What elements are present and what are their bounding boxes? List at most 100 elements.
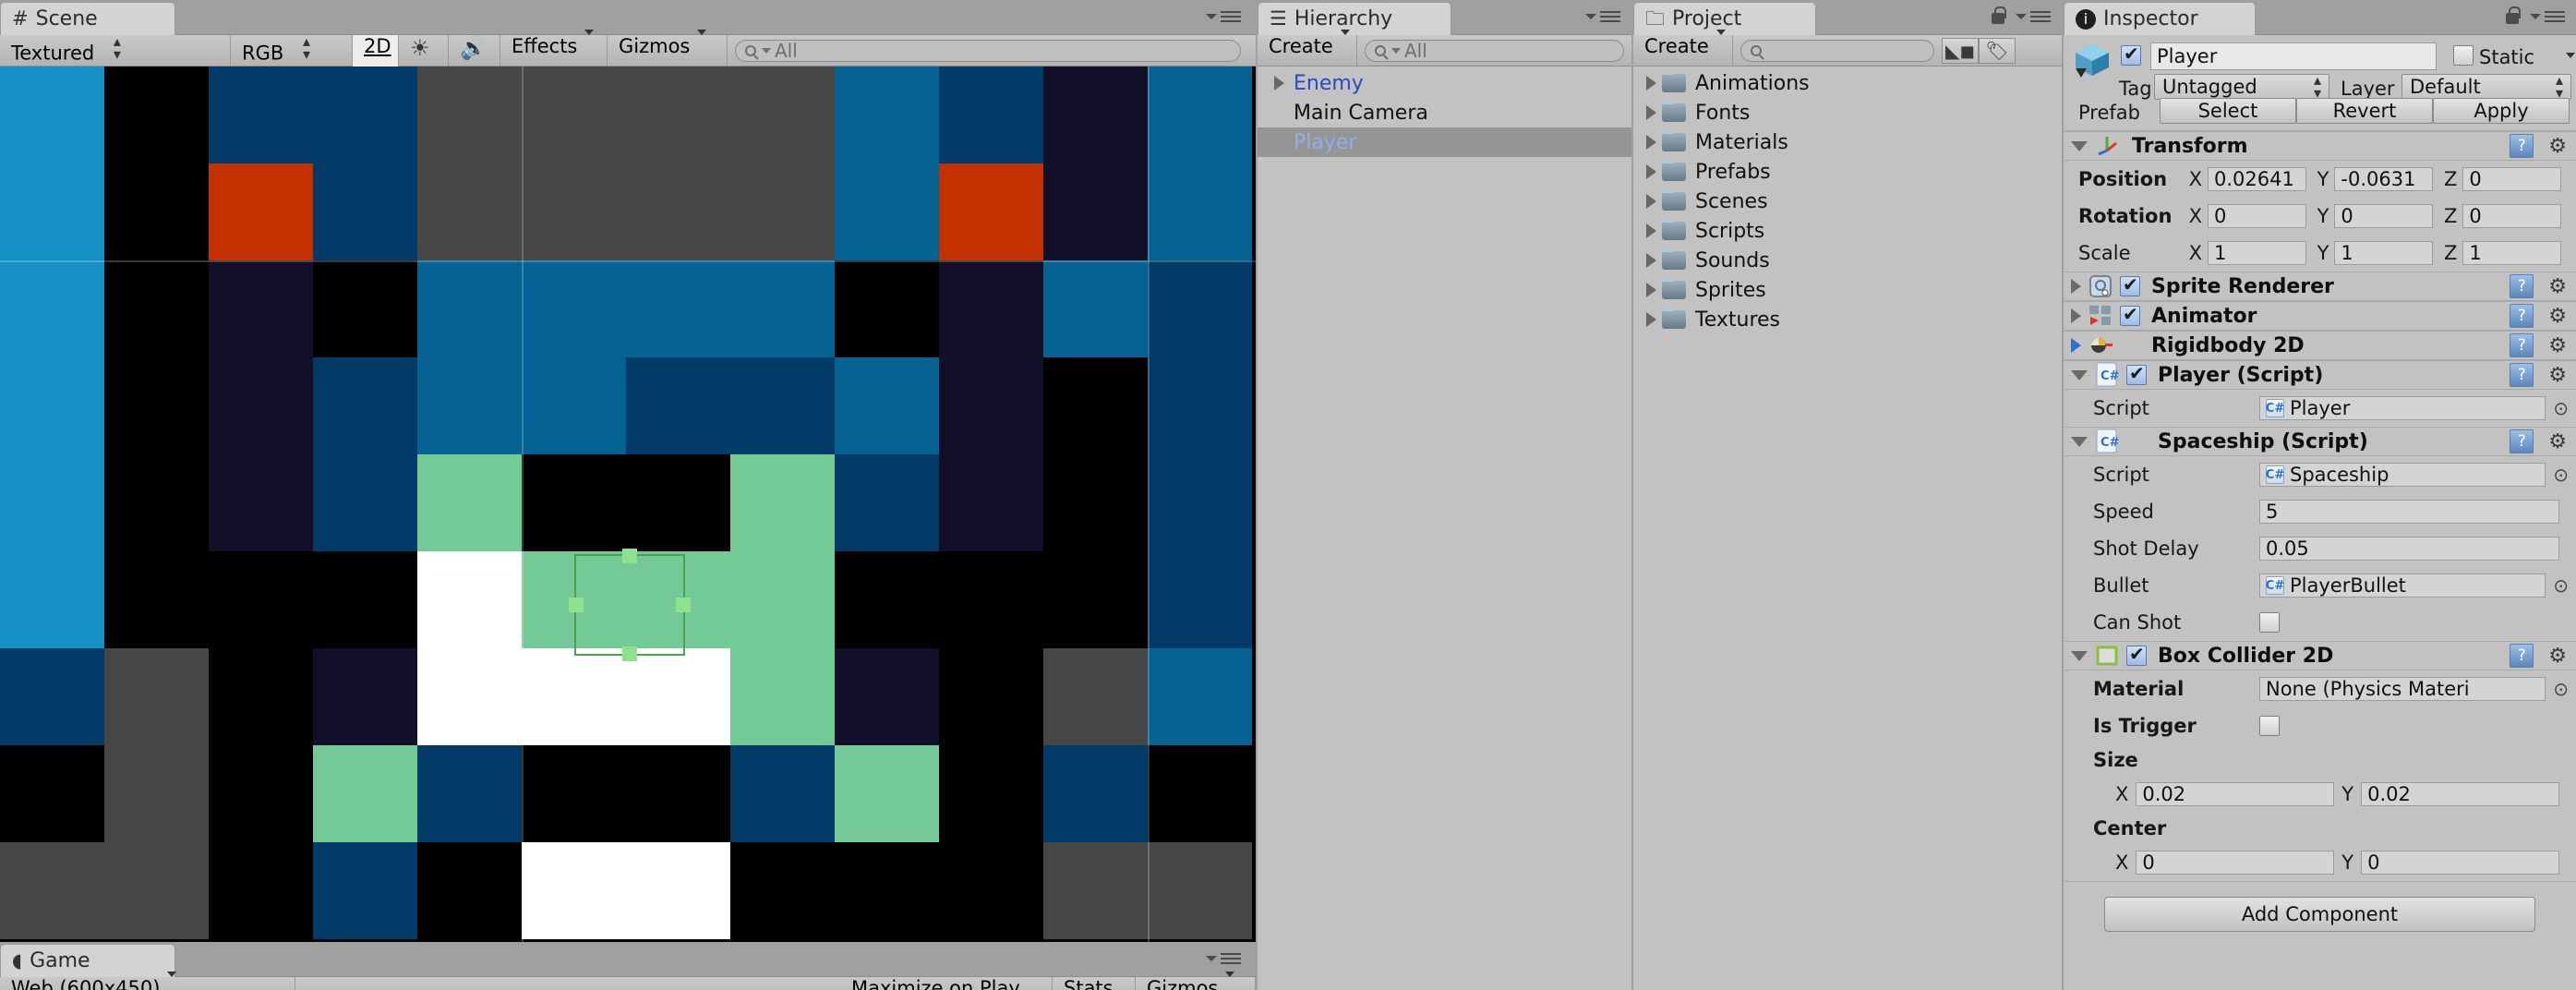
center-x-field[interactable]: 0 [2136,851,2335,875]
size-y-field[interactable]: 0.02 [2361,782,2559,806]
transform-y-field[interactable]: 1 [2334,241,2434,265]
game-maximize-on-play-toggle[interactable]: Maximize on Play [840,976,1053,990]
static-checkbox[interactable] [2453,45,2474,66]
foldout-icon[interactable] [2071,140,2088,151]
component-header-box-collider[interactable]: Box Collider 2D? ⚙ [2064,641,2576,670]
scene-search-input[interactable]: All [735,39,1241,62]
gear-icon[interactable]: ⚙ [2548,135,2567,158]
transform-z-field[interactable]: 0 [2462,204,2562,228]
project-folder-item[interactable]: Scenes [1633,187,2062,216]
transform-x-field[interactable]: 1 [2207,241,2306,265]
component-header-transform[interactable]: Transform ? ⚙ [2064,131,2576,161]
static-dropdown-chevron-icon[interactable] [2566,53,2575,58]
selection-gizmo[interactable] [569,549,691,661]
component-header-component-2[interactable]: Rigidbody 2D? ⚙ [2064,331,2576,360]
tab-game[interactable]: ◖ Game [0,944,175,977]
scene-color-mode-dropdown[interactable]: RGB ▴ ▾ [231,33,353,66]
tab-inspector[interactable]: i Inspector [2064,2,2256,35]
expand-arrow-icon[interactable] [1646,135,1656,150]
foldout-icon[interactable] [2071,308,2081,323]
help-icon[interactable]: ? [2510,363,2534,387]
transform-y-field[interactable]: -0.0631 [2334,167,2434,191]
spaceship-can-shot-checkbox[interactable] [2259,612,2280,633]
gear-icon[interactable]: ⚙ [2548,275,2567,298]
center-y-field[interactable]: 0 [2361,851,2559,875]
hierarchy-item[interactable]: Enemy [1258,68,1631,98]
help-icon[interactable]: ? [2510,333,2534,357]
layer-dropdown[interactable]: Default ▴ ▾ [2401,72,2571,100]
project-object-filter-button[interactable]: ◣◼ [1942,37,1979,64]
gizmo-handle[interactable] [569,598,584,612]
object-picker-icon[interactable]: ⊙ [2553,678,2569,700]
project-panel-menu-button[interactable] [2016,7,2052,26]
spaceship-bullet-field[interactable]: C# PlayerBullet [2259,573,2546,598]
component-header-spaceship-script[interactable]: C# Spaceship (Script)? ⚙ [2064,427,2576,456]
help-icon[interactable]: ? [2510,134,2534,158]
expand-arrow-icon[interactable] [1646,105,1656,120]
project-folder-item[interactable]: Sounds [1633,246,2062,275]
tag-dropdown[interactable]: Untagged ▴ ▾ [2154,72,2329,100]
component-enabled-checkbox[interactable] [2126,362,2147,385]
component-enabled-checkbox[interactable] [2120,273,2140,296]
foldout-icon[interactable] [2071,369,2088,380]
scene-audio-toggle[interactable]: 🔊 [449,34,500,66]
game-aspect-dropdown[interactable]: Web (600x450) [0,971,295,990]
project-folder-item[interactable]: Textures [1633,305,2062,334]
help-icon[interactable]: ? [2510,304,2534,328]
scene-2d-toggle[interactable]: 2D [353,34,399,66]
lock-icon[interactable] [2504,6,2521,26]
help-icon[interactable]: ? [2510,429,2534,453]
gear-icon[interactable]: ⚙ [2548,305,2567,328]
gizmo-handle[interactable] [622,549,637,563]
hierarchy-create-button[interactable]: Create [1258,29,1357,66]
transform-x-field[interactable]: 0.02641 [2207,167,2306,191]
gear-icon[interactable]: ⚙ [2548,364,2567,387]
transform-z-field[interactable]: 1 [2462,241,2562,265]
foldout-icon[interactable] [2071,279,2081,294]
project-folder-item[interactable]: Sprites [1633,275,2062,305]
project-folder-item[interactable]: Animations [1633,68,2062,98]
component-header-player-script[interactable]: C# Player (Script)? ⚙ [2064,360,2576,390]
lock-icon[interactable] [1990,6,2006,26]
expand-arrow-icon[interactable] [1646,223,1656,238]
object-picker-icon[interactable]: ⊙ [2553,574,2569,597]
project-search-input[interactable] [1740,39,1934,62]
expand-arrow-icon[interactable] [1646,312,1656,327]
gear-icon[interactable]: ⚙ [2548,430,2567,453]
transform-y-field[interactable]: 0 [2334,204,2434,228]
scene-panel-menu-button[interactable] [1206,7,1243,26]
component-enabled-checkbox[interactable] [2126,643,2147,666]
tab-hierarchy[interactable]: ☰ Hierarchy [1258,2,1451,35]
help-icon[interactable]: ? [2510,644,2534,668]
component-header-component-1[interactable]: Animator? ⚙ [2064,301,2576,331]
foldout-icon[interactable] [2071,338,2081,353]
inspector-panel-menu-button[interactable] [2530,7,2567,26]
game-panel-menu-button[interactable] [1206,949,1243,968]
is-trigger-checkbox[interactable] [2259,716,2280,736]
object-picker-icon[interactable]: ⊙ [2553,464,2569,486]
hierarchy-panel-menu-button[interactable] [1585,7,1622,26]
transform-x-field[interactable]: 0 [2207,204,2306,228]
project-folder-item[interactable]: Prefabs [1633,157,2062,187]
tab-scene[interactable]: # Scene [0,2,175,35]
gizmo-handle[interactable] [622,646,637,661]
project-folder-item[interactable]: Fonts [1633,98,2062,127]
game-gizmos-dropdown[interactable]: Gizmos [1136,971,1256,990]
gizmo-handle[interactable] [676,598,691,612]
foldout-icon[interactable] [2071,650,2088,661]
expand-arrow-icon[interactable] [1274,76,1284,91]
spaceship-speed-field[interactable]: 5 [2259,500,2559,524]
prefab-select-button[interactable]: Select [2160,98,2296,124]
game-stats-toggle[interactable]: Stats [1053,976,1136,990]
foldout-icon[interactable] [2071,436,2088,447]
scene-gizmos-dropdown[interactable]: Gizmos [608,29,728,66]
scene-effects-dropdown[interactable]: Effects [500,29,608,66]
project-folder-item[interactable]: Materials [1633,127,2062,157]
component-header-component-0[interactable]: Sprite Renderer? ⚙ [2064,272,2576,301]
expand-arrow-icon[interactable] [1646,76,1656,91]
player-script-script-field[interactable]: C# Player [2259,396,2546,420]
add-component-button[interactable]: Add Component [2104,897,2535,932]
project-label-filter-button[interactable]: 🏷 [1979,37,2016,64]
hierarchy-item[interactable]: Player [1258,127,1631,157]
hierarchy-search-input[interactable]: All [1365,39,1624,62]
